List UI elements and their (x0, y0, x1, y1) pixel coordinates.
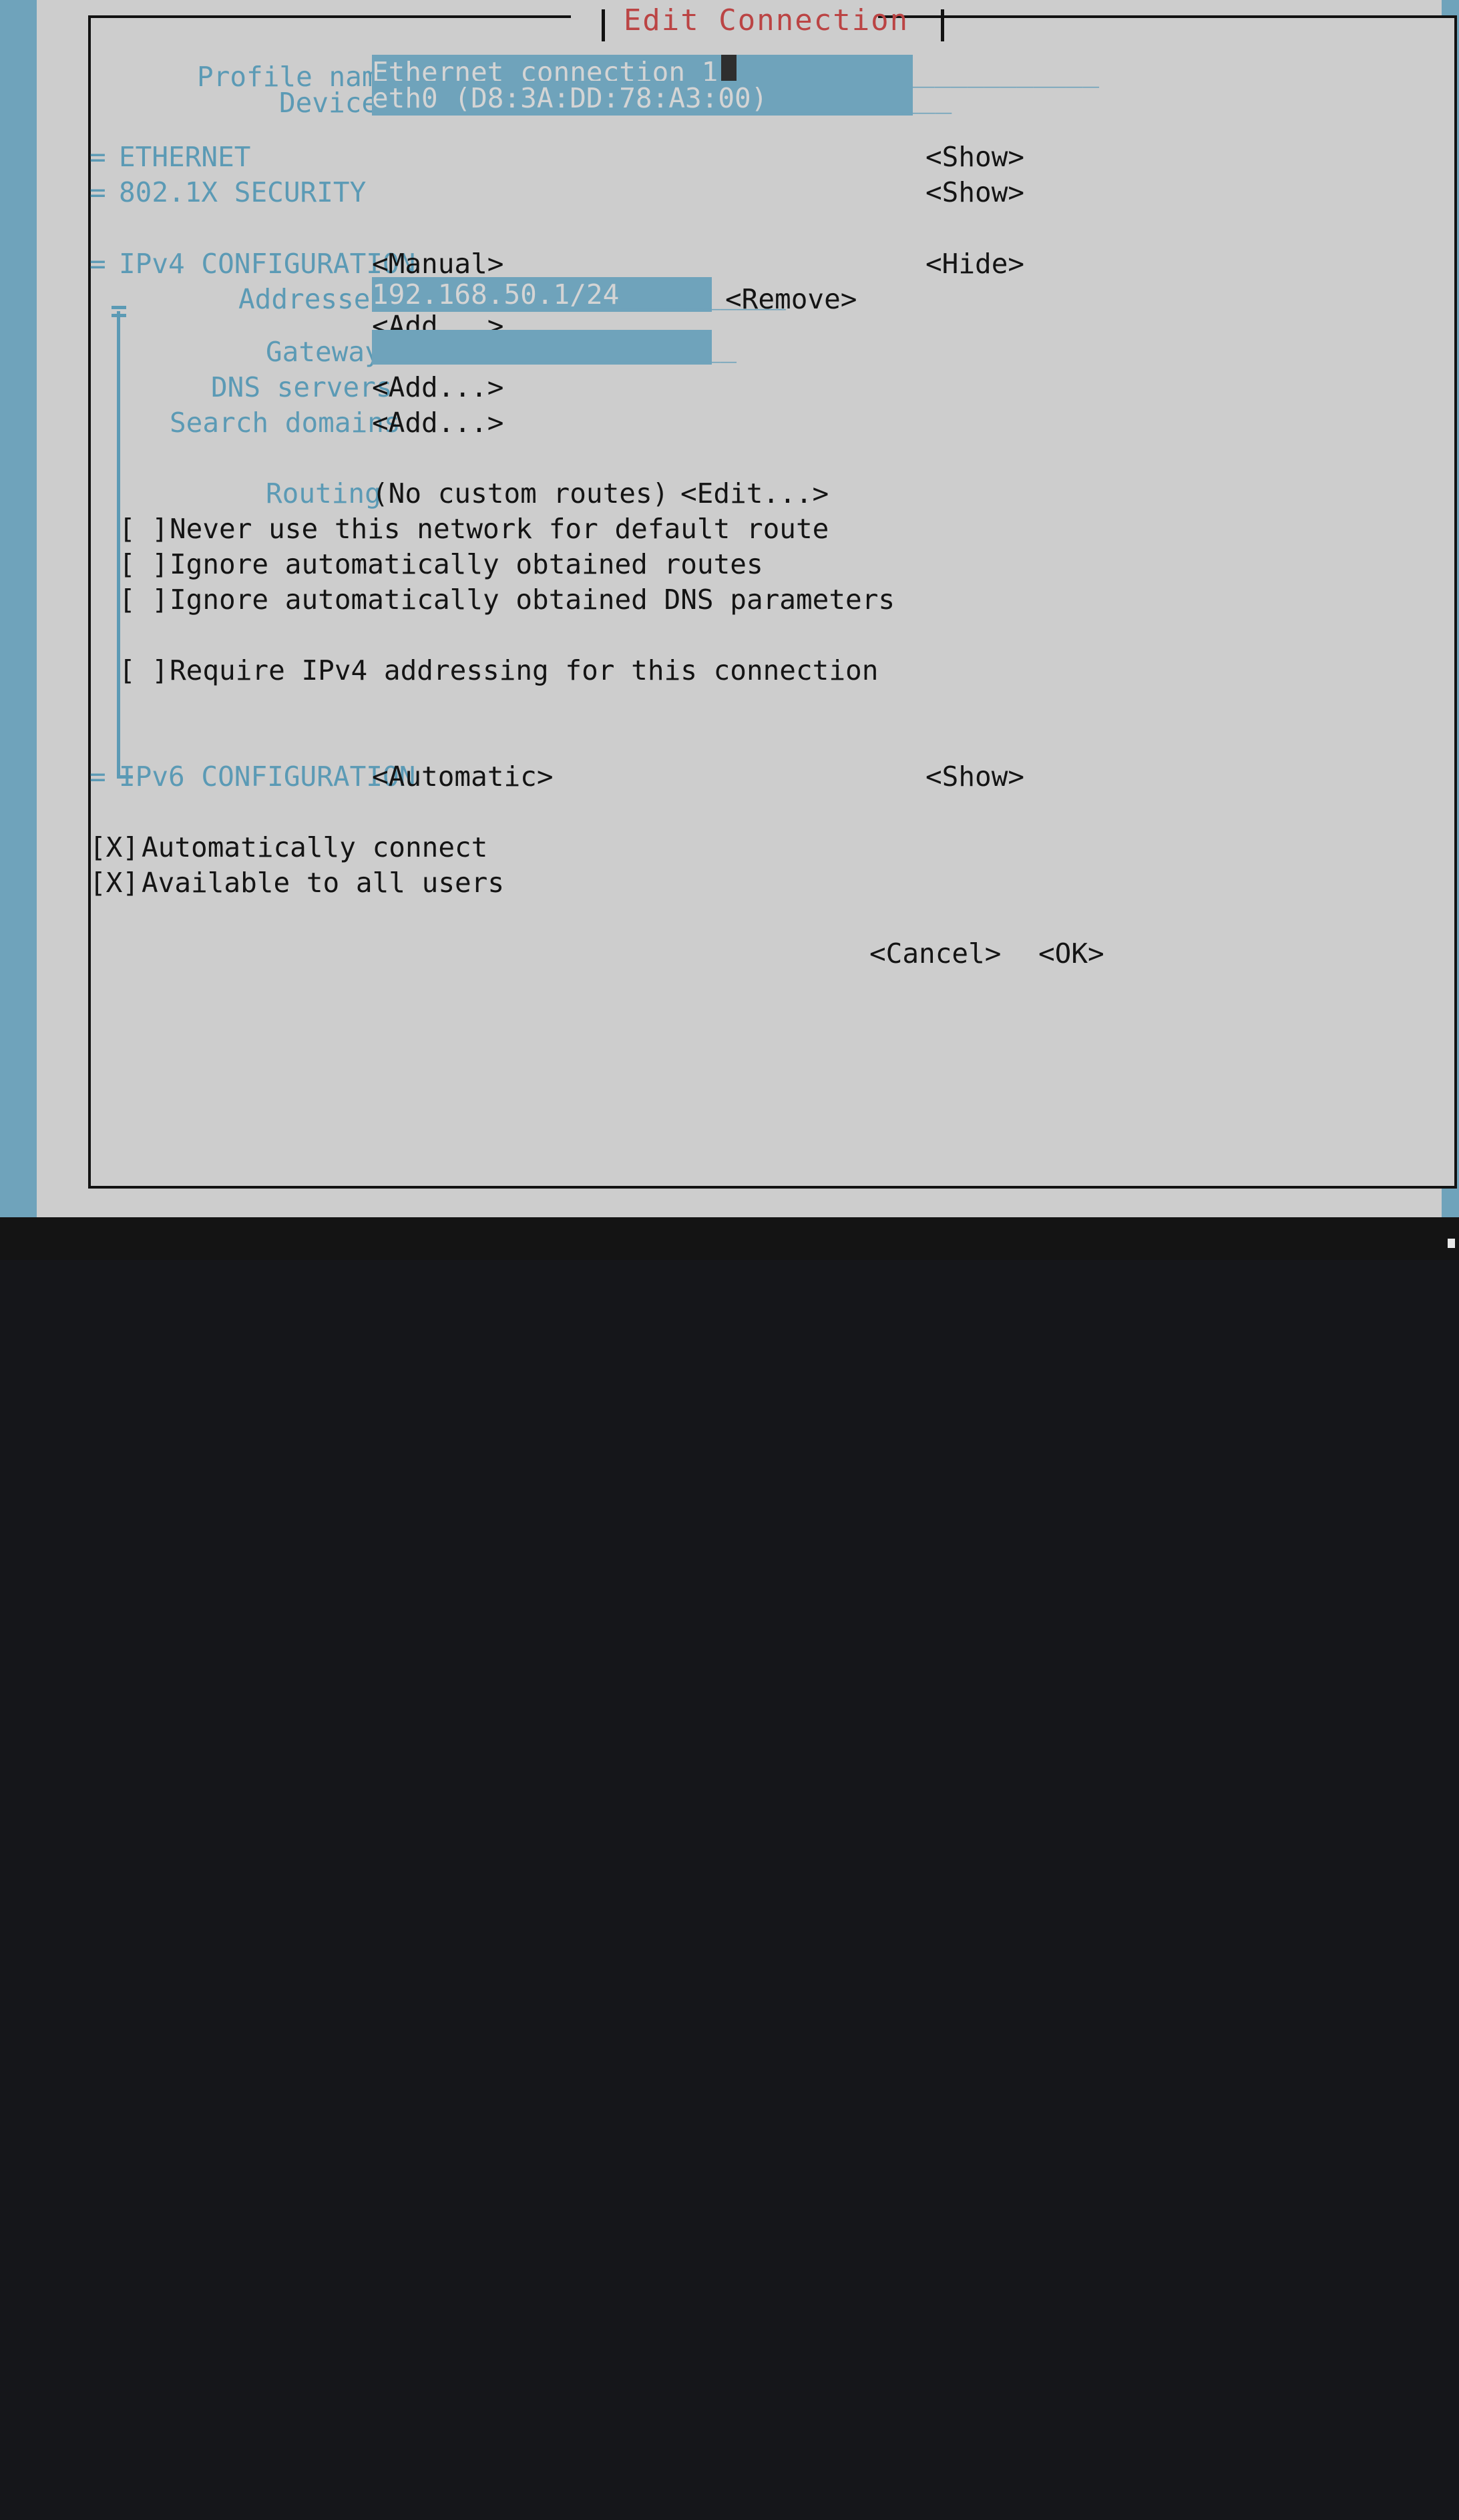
dot1x-section-title: 802.1X SECURITY (119, 176, 367, 208)
ipv4-dns-servers-label: DNS servers (211, 371, 393, 403)
checkbox-ignore-auto-dns-label[interactable]: Ignore automatically obtained DNS parame… (170, 582, 895, 618)
ipv4-hide-button[interactable]: <Hide> (925, 246, 1024, 282)
cancel-button[interactable]: <Cancel> (869, 935, 1001, 972)
ipv4-tree-guide-line (117, 311, 120, 779)
checkbox-ignore-auto-routes-label[interactable]: Ignore automatically obtained routes (170, 546, 763, 582)
ethernet-section-title: ETHERNET (119, 141, 251, 173)
checkbox-auto-connect-label[interactable]: Automatically connect (142, 829, 487, 865)
ipv4-gateway-label: Gateway (266, 336, 381, 368)
device-underline: _______________ (704, 82, 952, 114)
edit-connection-dialog: Profile name Ethernet connection 1 _____… (37, 0, 1457, 1217)
checkbox-never-default-route-label[interactable]: Never use this network for default route (170, 511, 829, 547)
checkbox-available-all-users-label[interactable]: Available to all users (142, 865, 504, 901)
dialog-content: Profile name Ethernet connection 1 _____… (89, 55, 1459, 1181)
ipv4-gateway-underline: ______________________ (374, 331, 737, 363)
ipv4-address-remove-button[interactable]: <Remove> (725, 281, 857, 317)
ipv4-section-title: IPv4 CONFIGURATION (119, 248, 416, 280)
checkbox-available-all-users-state[interactable]: [X] (89, 865, 139, 901)
ipv4-method-selector[interactable]: <Manual> (372, 246, 503, 282)
checkbox-require-ipv4-label[interactable]: Require IPv4 addressing for this connect… (170, 652, 878, 688)
ipv4-routing-edit-button[interactable]: <Edit...> (680, 475, 829, 511)
ipv4-tree-marker-top (112, 306, 126, 309)
checkbox-ignore-auto-dns-state[interactable]: [ ] (119, 582, 168, 618)
ipv4-routing-value: (No custom routes) (372, 477, 669, 509)
device-label: Device (279, 87, 379, 119)
ipv4-routing-label: Routing (266, 477, 381, 509)
ipv6-show-button[interactable]: <Show> (925, 759, 1024, 795)
ok-button[interactable]: <OK> (1038, 935, 1104, 972)
dialog-bottom-strip (37, 1189, 1442, 1217)
checkbox-auto-connect-state[interactable]: [X] (89, 829, 139, 865)
ipv4-tree-guide-foot (117, 775, 133, 779)
ethernet-show-button[interactable]: <Show> (925, 139, 1024, 175)
ipv4-section-marker: = (89, 248, 106, 280)
checkbox-never-default-route-state[interactable]: [ ] (119, 511, 168, 547)
ipv6-section-marker: = (89, 761, 106, 793)
checkbox-require-ipv4-state[interactable]: [ ] (119, 652, 168, 688)
dot1x-section-marker: = (89, 176, 106, 208)
terminal-cursor (1448, 1239, 1455, 1248)
ipv6-method-selector[interactable]: <Automatic> (372, 759, 554, 795)
ipv4-addresses-label: Addresses (238, 283, 387, 315)
dot1x-show-button[interactable]: <Show> (925, 174, 1024, 210)
page-title: Edit Connection (623, 3, 909, 37)
ipv6-section-title: IPv6 CONFIGURATION (119, 761, 416, 793)
terminal-shell-area (0, 1217, 1459, 1260)
checkbox-ignore-auto-routes-state[interactable]: [ ] (119, 546, 168, 582)
terminal-screen: Profile name Ethernet connection 1 _____… (0, 0, 1459, 1260)
ipv4-search-domains-label: Search domains (170, 407, 401, 439)
ipv4-search-domains-add-button[interactable]: <Add...> (372, 405, 503, 441)
ipv4-dns-add-button[interactable]: <Add...> (372, 369, 503, 405)
ethernet-section-marker: = (89, 141, 106, 173)
